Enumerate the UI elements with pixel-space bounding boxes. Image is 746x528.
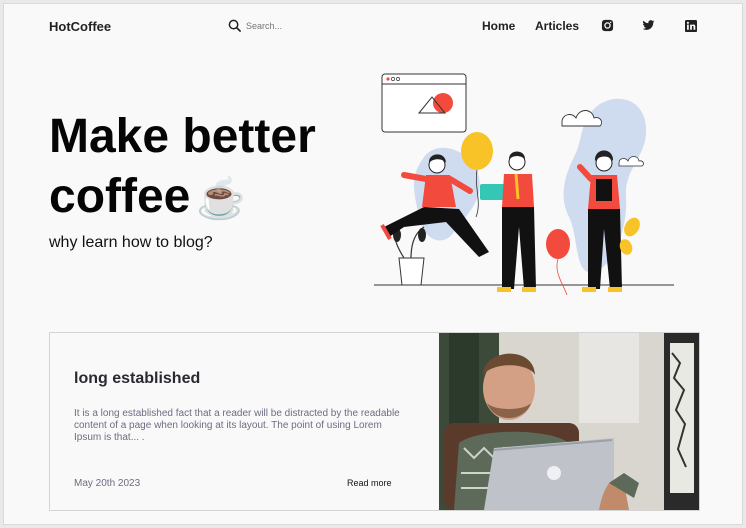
page: HotCoffee Home Articles	[3, 3, 743, 525]
brand-logo[interactable]: HotCoffee	[49, 19, 111, 34]
search-box[interactable]	[228, 19, 336, 32]
hero-subtitle: why learn how to blog?	[49, 234, 213, 251]
article-title[interactable]: long established	[74, 370, 200, 388]
hero-title-word: coffee	[49, 170, 191, 223]
hero-title: Make better coffee ☕	[49, 107, 369, 229]
search-icon	[228, 19, 241, 32]
coffee-cup-icon: ☕	[196, 177, 247, 222]
hero-title-line1: Make better	[49, 110, 316, 163]
navbar: HotCoffee Home Articles	[4, 4, 742, 50]
search-input[interactable]	[246, 20, 336, 31]
team-illustration	[374, 73, 674, 296]
read-more-link[interactable]: Read more	[347, 478, 392, 488]
article-date: May 20th 2023	[74, 478, 141, 489]
hero-title-line2: coffee ☕	[49, 167, 369, 229]
article-card[interactable]: long established It is a long establishe…	[49, 332, 700, 511]
instagram-icon[interactable]	[601, 19, 614, 32]
linkedin-icon[interactable]	[684, 19, 697, 32]
nav-link-articles[interactable]: Articles	[535, 19, 579, 33]
article-excerpt: It is a long established fact that a rea…	[74, 408, 400, 443]
article-photo	[439, 333, 699, 510]
nav-link-home[interactable]: Home	[482, 19, 515, 33]
twitter-icon[interactable]	[642, 19, 655, 32]
